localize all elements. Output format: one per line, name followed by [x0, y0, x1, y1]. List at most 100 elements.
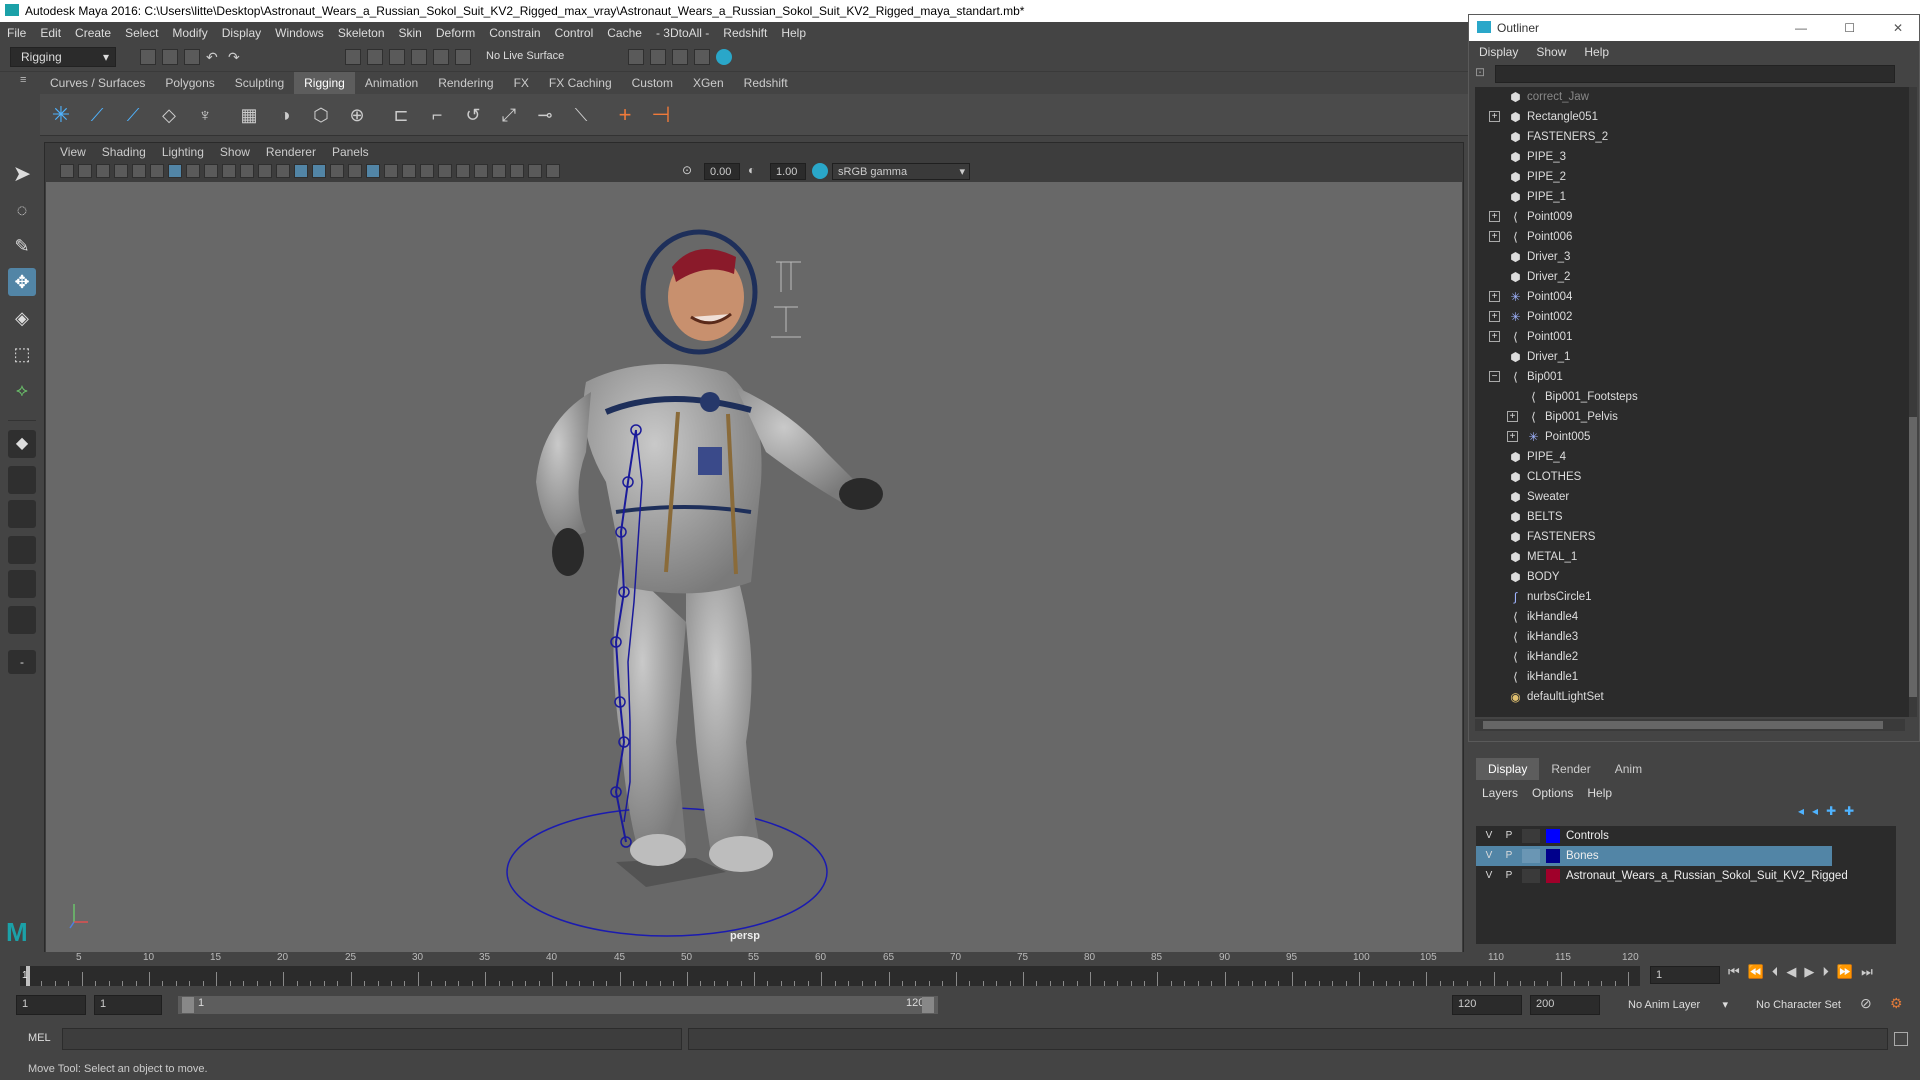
custom-layout-icon[interactable] — [8, 606, 36, 634]
character-set-dropdown[interactable]: No Character Set — [1748, 995, 1858, 1015]
expand-icon[interactable]: + — [1489, 231, 1500, 242]
render-frame-icon[interactable] — [650, 49, 666, 65]
textured-icon[interactable] — [348, 164, 362, 178]
joint-tool-icon[interactable]: ✳ — [48, 102, 74, 128]
outliner-item[interactable]: ⟨ Bip001_Footsteps — [1475, 387, 1909, 407]
maximize-icon[interactable]: ☐ — [1844, 15, 1855, 41]
gamma-field[interactable]: 1.00 — [770, 163, 806, 180]
step-forward-frame-icon[interactable]: ⏵ — [1822, 964, 1829, 980]
layer-tab-render[interactable]: Render — [1539, 758, 1602, 780]
gamma-icon[interactable]: ◐ — [748, 163, 762, 177]
outliner-menu-help[interactable]: Help — [1584, 45, 1609, 59]
shelf-tab-rendering[interactable]: Rendering — [428, 72, 503, 94]
collapse-icon[interactable]: − — [1489, 371, 1500, 382]
viewport-menu-panels[interactable]: Panels — [332, 145, 369, 159]
shelf-tab-fx[interactable]: FX — [504, 72, 539, 94]
humanik-icon[interactable]: ♆ — [192, 102, 218, 128]
move-tool-icon[interactable]: ✥ — [8, 268, 36, 296]
menu-file[interactable]: File — [7, 26, 26, 40]
ik-spline-icon[interactable]: ⟋ — [120, 102, 146, 128]
render-settings-icon[interactable] — [628, 49, 644, 65]
layer-menu-options[interactable]: Options — [1532, 786, 1573, 800]
shelf-menu-icon[interactable]: ≡ — [20, 74, 34, 88]
xray-icon[interactable] — [510, 164, 524, 178]
outliner-item[interactable]: ⬢ PIPE_4 — [1475, 447, 1909, 467]
go-to-start-icon[interactable]: ⏮ — [1728, 964, 1740, 980]
motion-blur-icon[interactable] — [438, 164, 452, 178]
anim-layer-dropdown[interactable]: No Anim Layer ▾ — [1620, 995, 1730, 1015]
shelf-tab-sculpting[interactable]: Sculpting — [225, 72, 294, 94]
single-perspective-layout-icon[interactable]: ◆ — [8, 430, 36, 458]
shelf-tab-animation[interactable]: Animation — [355, 72, 428, 94]
menu-deform[interactable]: Deform — [436, 26, 475, 40]
close-icon[interactable]: ✕ — [1893, 15, 1903, 41]
expand-icon[interactable]: + — [1507, 431, 1518, 442]
new-layer-icon[interactable]: ✚ — [1826, 804, 1836, 818]
lasso-icon[interactable] — [367, 49, 383, 65]
outliner-item[interactable]: + ⟨ Bip001_Pelvis — [1475, 407, 1909, 427]
snap-grid-icon[interactable] — [433, 49, 449, 65]
outliner-item[interactable]: ◉ defaultLightSet — [1475, 687, 1909, 707]
outliner-item[interactable]: ⬢ Driver_1 — [1475, 347, 1909, 367]
menu-constrain[interactable]: Constrain — [489, 26, 540, 40]
menu-control[interactable]: Control — [555, 26, 594, 40]
cluster-handle-icon[interactable]: ⊣ — [648, 102, 674, 128]
snap-curve-icon[interactable] — [455, 49, 471, 65]
color-space-dropdown[interactable]: sRGB gamma ▾ — [832, 163, 970, 180]
menu-windows[interactable]: Windows — [275, 26, 324, 40]
outliner-vscrollbar[interactable] — [1909, 87, 1917, 717]
select-tool-icon[interactable]: ➤ — [8, 160, 36, 188]
layer-color-swatch[interactable] — [1546, 849, 1560, 863]
scale-constraint-icon[interactable]: ⤢ — [496, 102, 522, 128]
outliner-menu-display[interactable]: Display — [1479, 45, 1518, 59]
outliner-item[interactable]: ⬢ Sweater — [1475, 487, 1909, 507]
outliner-search-input[interactable] — [1495, 65, 1895, 83]
scale-tool-icon[interactable]: ⬚ — [8, 340, 36, 368]
shelf-tab-rigging[interactable]: Rigging — [294, 72, 355, 94]
outliner-item[interactable]: ⬢ PIPE_3 — [1475, 147, 1909, 167]
step-back-key-icon[interactable]: ⏪ — [1748, 964, 1764, 980]
facial-rig-controls[interactable] — [771, 261, 801, 338]
render-view-icon[interactable] — [694, 49, 710, 65]
outliner-item[interactable]: + ✳ Point002 — [1475, 307, 1909, 327]
outliner-item[interactable]: ⟨ ikHandle3 — [1475, 627, 1909, 647]
step-forward-key-icon[interactable]: ⏩ — [1837, 964, 1853, 980]
expand-icon[interactable]: + — [1489, 311, 1500, 322]
new-scene-icon[interactable] — [140, 49, 156, 65]
cluster-icon[interactable]: ⊕ — [344, 102, 370, 128]
select-by-hierarchy-icon[interactable] — [345, 49, 361, 65]
expand-icon[interactable]: + — [1507, 411, 1518, 422]
outliner-item[interactable]: ⬢ correct_Jaw — [1475, 87, 1909, 107]
menu-3dtoall[interactable]: - 3DtoAll - — [656, 26, 709, 40]
reference-toggle[interactable] — [1522, 829, 1540, 843]
outliner-item[interactable]: ⬢ PIPE_2 — [1475, 167, 1909, 187]
menu-modify[interactable]: Modify — [172, 26, 207, 40]
xray-active-icon[interactable] — [528, 164, 542, 178]
persp-outliner-layout-icon[interactable] — [8, 500, 36, 528]
outliner-item[interactable]: ⬢ CLOTHES — [1475, 467, 1909, 487]
ipr-render-icon[interactable] — [672, 49, 688, 65]
paint-select-icon[interactable]: ✎ — [8, 232, 36, 260]
shelf-tab-redshift[interactable]: Redshift — [734, 72, 798, 94]
animation-prefs-icon[interactable]: ⚙ — [1890, 995, 1908, 1013]
layer-row[interactable]: V P Bones — [1476, 846, 1832, 866]
bookmark-icon[interactable] — [96, 164, 110, 178]
depth-of-field-icon[interactable] — [474, 164, 488, 178]
outliner-item[interactable]: − ⟨ Bip001 — [1475, 367, 1909, 387]
menu-select[interactable]: Select — [125, 26, 158, 40]
parent-constraint-icon[interactable]: ⊏ — [388, 102, 414, 128]
outliner-item[interactable]: + ⟨ Point009 — [1475, 207, 1909, 227]
grid-icon[interactable] — [168, 164, 182, 178]
outliner-item[interactable]: + ⟨ Point006 — [1475, 227, 1909, 247]
expand-icon[interactable]: + — [1489, 331, 1500, 342]
isolate-select-icon[interactable] — [492, 164, 506, 178]
minimize-icon[interactable]: — — [1795, 15, 1807, 41]
viewport-menu-shading[interactable]: Shading — [102, 145, 146, 159]
move-layer-down-icon[interactable]: ◂ — [1812, 804, 1818, 818]
current-frame-field[interactable]: 1 — [1650, 966, 1720, 984]
xray-joints-toggle-icon[interactable] — [546, 164, 560, 178]
wireframe-on-shaded-icon[interactable] — [330, 164, 344, 178]
shelf-tab-fx-caching[interactable]: FX Caching — [539, 72, 622, 94]
shelf-tab-polygons[interactable]: Polygons — [155, 72, 224, 94]
paint-weights-icon[interactable]: ◑ — [272, 102, 298, 128]
